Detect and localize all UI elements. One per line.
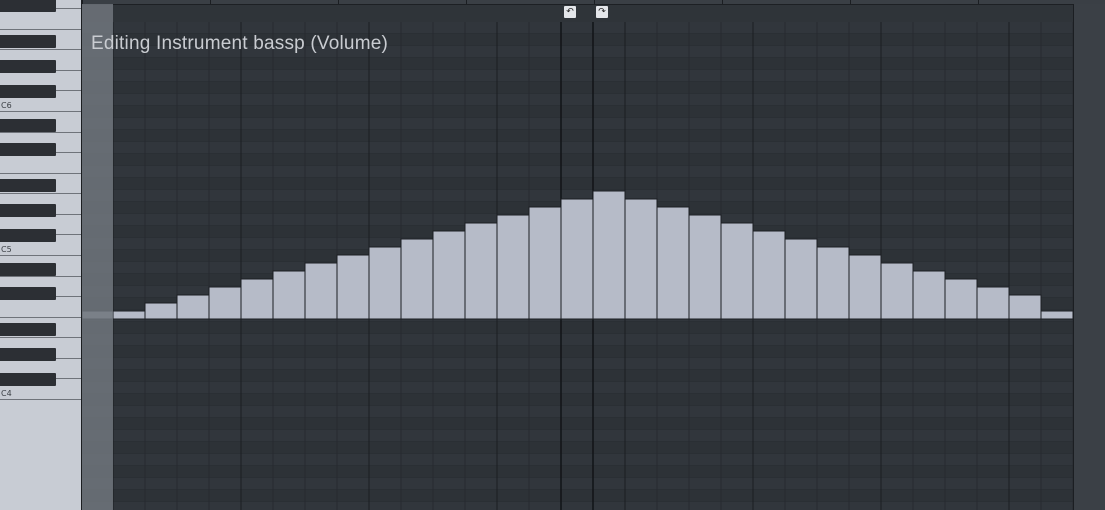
envelope-bar[interactable]	[624, 198, 658, 320]
ruler-tick	[594, 0, 595, 4]
ruler-tick	[466, 0, 467, 4]
octave-label-c6: C6	[1, 101, 12, 110]
envelope-bar[interactable]	[176, 294, 210, 320]
white-key-separator	[0, 28, 81, 30]
envelope-grid[interactable]	[82, 22, 1105, 510]
envelope-bar[interactable]	[848, 254, 882, 320]
envelope-bar[interactable]	[912, 270, 946, 320]
envelope-bar[interactable]	[336, 254, 370, 320]
envelope-bar[interactable]	[208, 286, 242, 320]
envelope-bar[interactable]	[1008, 294, 1042, 320]
envelope-bar[interactable]	[464, 222, 498, 320]
piano-keyboard[interactable]: C6 C5 C4	[0, 0, 82, 510]
octave-label-c4: C4	[1, 389, 12, 398]
grid-canvas	[82, 22, 1105, 510]
black-key[interactable]	[0, 179, 56, 192]
envelope-bar[interactable]	[816, 246, 850, 320]
editing-title: Editing Instrument bassp (Volume)	[91, 33, 389, 54]
timeline-ruler[interactable]: ↶ ↷	[82, 0, 1105, 23]
envelope-bar[interactable]	[496, 214, 530, 320]
white-key-separator	[0, 316, 81, 318]
pre-start-shade	[82, 4, 113, 510]
envelope-bar[interactable]	[752, 230, 786, 320]
envelope-bar[interactable]	[304, 262, 338, 320]
black-key[interactable]	[0, 35, 56, 48]
envelope-bar[interactable]	[976, 286, 1010, 320]
white-key-separator	[0, 111, 81, 112]
ruler-tick	[722, 0, 723, 4]
envelope-bar[interactable]	[560, 198, 594, 320]
envelope-bar[interactable]	[784, 238, 818, 320]
envelope-bar[interactable]	[1040, 310, 1074, 320]
envelope-bar[interactable]	[528, 206, 562, 320]
envelope-bar[interactable]	[112, 310, 146, 320]
black-key[interactable]	[0, 85, 56, 98]
black-key[interactable]	[0, 119, 56, 132]
black-key[interactable]	[0, 204, 56, 217]
white-key-separator	[0, 49, 81, 51]
envelope-bar[interactable]	[240, 278, 274, 320]
black-key[interactable]	[0, 287, 56, 300]
ruler-tick	[850, 0, 851, 4]
envelope-bar[interactable]	[656, 206, 690, 320]
envelope-bar[interactable]	[432, 230, 466, 320]
envelope-bar[interactable]	[688, 214, 722, 320]
black-key[interactable]	[0, 0, 56, 12]
envelope-bar[interactable]	[272, 270, 306, 320]
loop-end-icon[interactable]: ↷	[596, 6, 608, 18]
black-key[interactable]	[0, 348, 56, 361]
right-scroll-panel[interactable]	[1073, 4, 1105, 510]
octave-label-c5: C5	[1, 245, 12, 254]
black-key[interactable]	[0, 229, 56, 242]
black-key[interactable]	[0, 323, 56, 336]
ruler-tick	[978, 0, 979, 4]
white-key-separator	[0, 399, 81, 400]
envelope-bar[interactable]	[720, 222, 754, 320]
white-key-separator	[0, 255, 81, 256]
envelope-bar[interactable]	[592, 190, 626, 320]
black-key[interactable]	[0, 263, 56, 276]
black-key[interactable]	[0, 60, 56, 73]
black-key[interactable]	[0, 373, 56, 386]
black-key[interactable]	[0, 143, 56, 156]
envelope-bar[interactable]	[944, 278, 978, 320]
white-key-separator	[0, 172, 81, 174]
loop-start-icon[interactable]: ↶	[564, 6, 576, 18]
ruler-tick	[338, 0, 339, 4]
envelope-bar[interactable]	[880, 262, 914, 320]
envelope-bar[interactable]	[400, 238, 434, 320]
white-key-separator	[0, 337, 81, 339]
envelope-bar[interactable]	[144, 302, 178, 320]
white-key-separator	[0, 193, 81, 195]
ruler-tick	[210, 0, 211, 4]
envelope-bar[interactable]	[368, 246, 402, 320]
